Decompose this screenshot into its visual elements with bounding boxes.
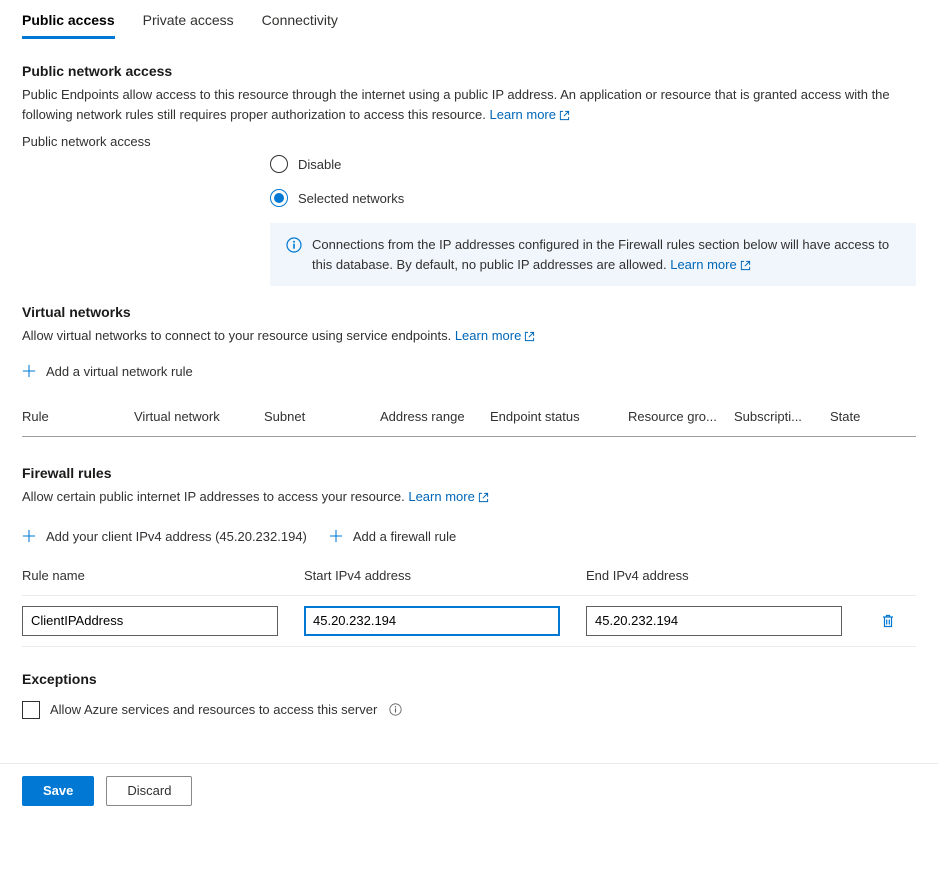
col-virtual-network: Virtual network [134,409,264,424]
col-resource-group: Resource gro... [628,409,734,424]
add-vnet-rule-label: Add a virtual network rule [46,364,193,379]
add-client-ip-label: Add your client IPv4 address (45.20.232.… [46,529,307,544]
col-start-ip: Start IPv4 address [304,568,560,583]
footer-bar: Save Discard [0,763,938,818]
col-address-range: Address range [380,409,490,424]
plus-icon [22,364,36,378]
external-link-icon [559,110,570,121]
radio-selected-networks[interactable] [270,189,288,207]
selected-networks-info: Connections from the IP addresses config… [270,223,916,286]
info-text: Connections from the IP addresses config… [312,237,889,272]
external-link-icon [740,260,751,271]
save-button[interactable]: Save [22,776,94,806]
add-vnet-rule-button[interactable]: Add a virtual network rule [22,364,193,379]
public-access-heading: Public network access [22,63,916,79]
learn-more-label: Learn more [670,257,736,272]
info-icon[interactable] [389,703,402,716]
vnet-desc: Allow virtual networks to connect to you… [22,326,916,346]
learn-more-label: Learn more [455,328,521,343]
delete-rule-button[interactable] [880,613,896,629]
public-access-desc-text: Public Endpoints allow access to this re… [22,87,890,122]
add-client-ip-button[interactable]: Add your client IPv4 address (45.20.232.… [22,529,307,544]
add-firewall-rule-label: Add a firewall rule [353,529,456,544]
learn-more-label: Learn more [408,489,474,504]
public-access-radio-group: Disable Selected networks Connections fr… [270,155,916,286]
add-firewall-rule-button[interactable]: Add a firewall rule [329,529,456,544]
col-subscription: Subscripti... [734,409,830,424]
start-ip-input[interactable] [304,606,560,636]
allow-azure-services-checkbox[interactable] [22,701,40,719]
vnet-table-header: Rule Virtual network Subnet Address rang… [22,409,916,437]
vnet-desc-text: Allow virtual networks to connect to you… [22,328,455,343]
firewall-learn-more-link[interactable]: Learn more [408,489,488,504]
radio-disable-label: Disable [298,157,341,172]
tab-public-access[interactable]: Public access [22,4,115,38]
discard-button[interactable]: Discard [106,776,192,806]
external-link-icon [478,492,489,503]
tab-connectivity[interactable]: Connectivity [262,4,338,38]
allow-azure-services-label: Allow Azure services and resources to ac… [50,702,377,717]
col-rule-name: Rule name [22,568,278,583]
radio-disable[interactable] [270,155,288,173]
col-endpoint-status: Endpoint status [490,409,628,424]
firewall-desc-text: Allow certain public internet IP address… [22,489,408,504]
info-learn-more-link[interactable]: Learn more [670,257,750,272]
rule-name-input[interactable] [22,606,278,636]
trash-icon [880,613,896,629]
public-access-field-label: Public network access [22,134,916,149]
exceptions-heading: Exceptions [22,671,916,687]
tab-private-access[interactable]: Private access [143,4,234,38]
col-end-ip: End IPv4 address [586,568,842,583]
vnet-learn-more-link[interactable]: Learn more [455,328,535,343]
firewall-heading: Firewall rules [22,465,916,481]
firewall-rule-row [22,596,916,647]
plus-icon [329,529,343,543]
vnet-heading: Virtual networks [22,304,916,320]
end-ip-input[interactable] [586,606,842,636]
col-rule: Rule [22,409,134,424]
public-access-desc: Public Endpoints allow access to this re… [22,85,916,124]
plus-icon [22,529,36,543]
firewall-table: Rule name Start IPv4 address End IPv4 ad… [22,568,916,647]
col-state: State [830,409,916,424]
col-subnet: Subnet [264,409,380,424]
info-icon [286,237,302,274]
external-link-icon [524,331,535,342]
learn-more-label: Learn more [490,107,556,122]
radio-selected-networks-label: Selected networks [298,191,404,206]
firewall-desc: Allow certain public internet IP address… [22,487,916,507]
public-access-learn-more-link[interactable]: Learn more [490,107,570,122]
tab-bar: Public access Private access Connectivit… [0,4,938,39]
